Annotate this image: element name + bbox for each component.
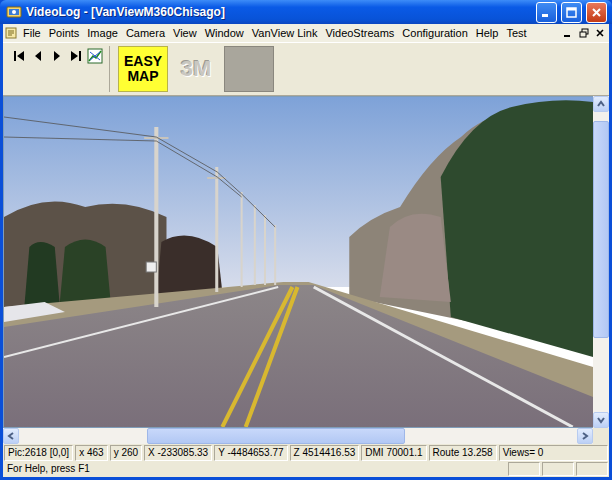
menu-item[interactable]: Points — [45, 27, 84, 39]
toolbar: EASY MAP 3M — [3, 42, 609, 96]
graph-icon — [87, 48, 103, 64]
arrow-left-icon — [6, 431, 16, 441]
status-field: Z 4514416.53 — [290, 445, 360, 461]
next-frame-button[interactable] — [49, 48, 65, 64]
mdi-minimize-button[interactable] — [561, 27, 575, 40]
title-bar: VideoLog - [VanViewM360Chisago] — [0, 0, 612, 24]
menu-item[interactable]: View — [169, 27, 201, 39]
last-frame-button[interactable] — [68, 48, 84, 64]
minimize-icon — [541, 7, 552, 18]
3m-button[interactable]: 3M — [171, 46, 221, 92]
previous-frame-button[interactable] — [30, 48, 46, 64]
first-frame-button[interactable] — [11, 48, 27, 64]
menu-item[interactable]: File — [19, 27, 45, 39]
scroll-up-button[interactable] — [593, 96, 609, 112]
document-icon[interactable] — [3, 26, 19, 40]
app-icon — [6, 4, 22, 20]
status-field: Pic:2618 [0,0] — [4, 445, 73, 461]
scroll-thumb[interactable] — [593, 121, 609, 338]
close-button[interactable] — [586, 2, 607, 23]
next-frame-icon — [49, 48, 65, 64]
image-area — [3, 96, 609, 428]
status-pane — [576, 462, 608, 476]
scroll-thumb[interactable] — [147, 428, 405, 444]
graph-button[interactable] — [87, 48, 103, 64]
status-field: DMI 70001.1 — [361, 445, 426, 461]
menu-item[interactable]: Help — [472, 27, 503, 39]
blank-button[interactable] — [224, 46, 274, 92]
horizontal-scrollbar[interactable] — [3, 428, 609, 444]
menu-item[interactable]: Image — [83, 27, 122, 39]
scroll-space — [593, 112, 609, 121]
vertical-scrollbar[interactable] — [593, 96, 609, 428]
first-frame-icon — [11, 48, 27, 64]
mdi-close-button[interactable] — [593, 27, 607, 40]
toolbar-buttons: EASY MAP 3M — [114, 46, 274, 92]
menu-item[interactable]: Configuration — [398, 27, 471, 39]
scroll-right-button[interactable] — [577, 428, 593, 444]
mdi-controls — [561, 27, 609, 40]
close-icon — [591, 7, 602, 18]
scroll-space — [19, 428, 147, 444]
status-field: Route 13.258 — [429, 445, 497, 461]
help-row: For Help, press F1 — [3, 462, 609, 477]
status-field: Views= 0 — [499, 445, 608, 461]
arrow-up-icon — [596, 99, 606, 109]
window-title: VideoLog - [VanViewM360Chisago] — [26, 5, 532, 19]
status-field: x 463 — [75, 445, 107, 461]
scroll-down-button[interactable] — [593, 412, 609, 428]
arrow-right-icon — [580, 431, 590, 441]
menu-item[interactable]: Test — [502, 27, 530, 39]
road-scene — [4, 97, 593, 427]
status-pane — [508, 462, 540, 476]
status-pane — [542, 462, 574, 476]
maximize-button[interactable] — [561, 2, 582, 23]
restore-icon — [579, 28, 589, 38]
menu-item[interactable]: Camera — [122, 27, 169, 39]
scroll-track — [593, 112, 609, 412]
menu-item[interactable]: Window — [201, 27, 248, 39]
toolbar-button-label: EASY MAP — [121, 54, 165, 83]
scroll-track — [19, 428, 577, 444]
maximize-icon — [566, 7, 577, 18]
minimize-icon — [563, 28, 573, 38]
menu-bar: FilePointsImageCameraViewWindowVanView L… — [3, 24, 609, 42]
video-frame — [3, 96, 593, 428]
easy-map-button[interactable]: EASY MAP — [118, 46, 168, 92]
status-field: y 260 — [110, 445, 142, 461]
mdi-restore-button[interactable] — [577, 27, 591, 40]
status-field: X -233085.33 — [144, 445, 212, 461]
scroll-left-button[interactable] — [3, 428, 19, 444]
scroll-corner — [593, 428, 609, 444]
scroll-space — [405, 428, 577, 444]
menu-item[interactable]: VanView Link — [248, 27, 322, 39]
last-frame-icon — [68, 48, 84, 64]
scroll-space — [593, 338, 609, 413]
previous-frame-icon — [30, 48, 46, 64]
close-icon — [595, 28, 605, 38]
status-bar: Pic:2618 [0,0]x 463y 260X -233085.33Y -4… — [3, 444, 609, 462]
help-text: For Help, press F1 — [4, 462, 506, 476]
toolbar-button-label: 3M — [181, 56, 212, 82]
arrow-down-icon — [596, 415, 606, 425]
minimize-button[interactable] — [536, 2, 557, 23]
menu-item[interactable]: VideoStreams — [321, 27, 398, 39]
navigation-group — [7, 46, 110, 92]
status-field: Y -4484653.77 — [214, 445, 287, 461]
app-window: VideoLog - [VanViewM360Chisago] FilePoint… — [0, 0, 612, 480]
